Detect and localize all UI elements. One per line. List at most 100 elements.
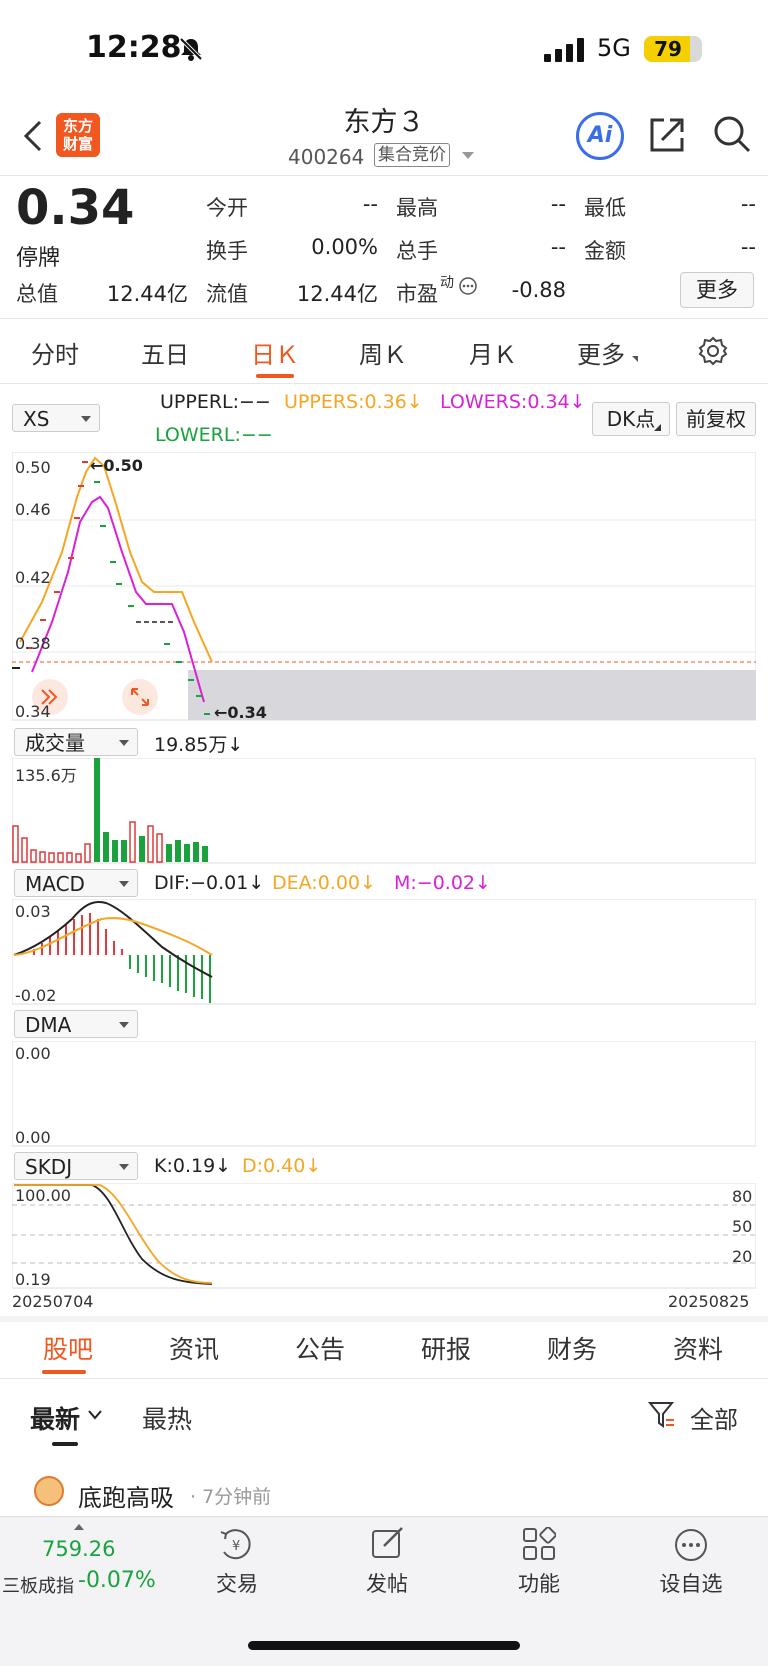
skdj-level-label: 80 xyxy=(732,1187,753,1206)
post-author[interactable]: 底跑高吸 xyxy=(78,1478,174,1513)
more-button[interactable]: 更多 xyxy=(680,272,754,308)
amount-value: -- xyxy=(740,235,756,259)
chevron-down-icon[interactable] xyxy=(88,1410,102,1420)
dma-chart[interactable] xyxy=(12,1041,756,1147)
share-icon[interactable] xyxy=(648,116,686,154)
skdj-level-label: 50 xyxy=(732,1217,753,1236)
trading-status: 停牌 xyxy=(16,246,61,271)
bell-muted-icon xyxy=(179,37,203,61)
macd-bottom-label: -0.02 xyxy=(15,986,57,1005)
low-label: 最低 xyxy=(584,196,626,220)
home-indicator[interactable] xyxy=(248,1641,520,1650)
index-value[interactable]: 759.26 xyxy=(42,1537,115,1561)
search-icon[interactable] xyxy=(712,114,752,154)
sort-latest[interactable]: 最新 xyxy=(30,1400,80,1436)
max-price-mark: ←0.50 xyxy=(90,456,143,475)
mcap-label: 总值 xyxy=(16,282,58,306)
tab-guba[interactable]: 股吧 xyxy=(18,1330,118,1366)
pe-label: 市盈 xyxy=(396,282,438,306)
adjust-button[interactable]: 前复权 xyxy=(676,402,756,436)
volume-indicator-value: 19.85万↓ xyxy=(154,734,244,756)
function-button[interactable]: 功能 xyxy=(494,1568,584,1598)
trade-button[interactable]: 交易 xyxy=(192,1568,282,1598)
lowers-value: LOWERS:0.34↓ xyxy=(440,391,586,413)
skdj-indicator-select[interactable]: SKDJ xyxy=(14,1152,138,1180)
avatar[interactable] xyxy=(34,1476,64,1506)
tab-five-day[interactable]: 五日 xyxy=(136,335,194,370)
sort-hot[interactable]: 最热 xyxy=(142,1400,192,1436)
last-price: 0.34 xyxy=(16,180,135,236)
tab-profile[interactable]: 资料 xyxy=(648,1330,748,1366)
skdj-d-value: D:0.40↓ xyxy=(242,1155,322,1177)
auction-tag[interactable]: 集合竞价 xyxy=(374,143,450,167)
trade-icon[interactable]: ¥ xyxy=(218,1528,256,1562)
dk-caret-icon xyxy=(654,424,661,431)
gear-icon[interactable] xyxy=(698,336,728,366)
high-value: -- xyxy=(550,192,566,216)
caret-down-icon[interactable] xyxy=(462,152,474,159)
compose-icon[interactable] xyxy=(370,1526,406,1562)
lowerl-value: LOWERL:−− xyxy=(155,424,273,446)
more-dots-icon[interactable] xyxy=(458,276,478,296)
macd-top-label: 0.03 xyxy=(15,902,51,921)
tab-announcement[interactable]: 公告 xyxy=(270,1330,370,1366)
skdj-chart[interactable] xyxy=(12,1183,756,1289)
ai-assistant-icon[interactable]: Ai xyxy=(576,112,624,160)
filter-icon[interactable] xyxy=(648,1400,676,1430)
float-label: 流值 xyxy=(206,282,248,306)
post-button[interactable]: 发帖 xyxy=(342,1568,432,1598)
main-indicator-select[interactable]: XS xyxy=(12,404,100,432)
more-circle-icon[interactable] xyxy=(673,1527,709,1563)
tab-news[interactable]: 资讯 xyxy=(144,1330,244,1366)
bottom-tab-underline xyxy=(42,1370,86,1374)
pe-type-sup: 动 xyxy=(440,275,454,291)
tab-monthly-k[interactable]: 月Ｋ xyxy=(462,335,524,370)
tabs-divider xyxy=(0,383,768,384)
filter-all[interactable]: 全部 xyxy=(690,1400,738,1435)
macd-chart[interactable] xyxy=(12,899,756,1005)
svg-text:¥: ¥ xyxy=(232,1539,240,1554)
volume-label: 总手 xyxy=(396,239,438,263)
mcap-value: 12.44亿 xyxy=(106,282,188,306)
battery-icon: 79 xyxy=(644,36,702,62)
index-change[interactable]: -0.07% xyxy=(78,1568,156,1593)
turnover-label: 换手 xyxy=(206,239,248,263)
macd-indicator-select[interactable]: MACD xyxy=(14,869,138,897)
apps-icon[interactable] xyxy=(522,1527,556,1561)
volume-max-label: 135.6万 xyxy=(15,766,77,785)
main-kline-chart[interactable] xyxy=(12,452,756,722)
post-time: · 7分钟前 xyxy=(190,1486,272,1508)
uppers-value: UPPERS:0.36↓ xyxy=(284,391,423,413)
index-name[interactable]: 三板成指 xyxy=(2,1572,74,1598)
tab-underline xyxy=(256,374,294,378)
status-time: 12:28 xyxy=(86,30,182,65)
app-logo: 东方 财富 xyxy=(56,113,100,157)
back-icon[interactable] xyxy=(20,118,48,154)
main-y-label: 0.38 xyxy=(15,634,51,653)
high-label: 最高 xyxy=(396,196,438,220)
section-gap xyxy=(0,1316,768,1322)
volume-indicator-select[interactable]: 成交量 xyxy=(14,728,138,756)
skdj-k-value: K:0.19↓ xyxy=(154,1155,232,1177)
amount-label: 金额 xyxy=(584,239,626,263)
tab-finance[interactable]: 财务 xyxy=(522,1330,622,1366)
macd-m-value: M:−0.02↓ xyxy=(394,872,491,894)
main-y-label: 0.50 xyxy=(15,458,51,477)
tab-daily-k[interactable]: 日Ｋ xyxy=(244,335,306,370)
header-divider xyxy=(0,175,768,176)
tab-intraday[interactable]: 分时 xyxy=(26,335,84,370)
macd-dif-value: DIF:−0.01↓ xyxy=(154,872,265,894)
macd-dea-value: DEA:0.00↓ xyxy=(272,872,376,894)
expand-icon[interactable] xyxy=(122,679,158,715)
dma-indicator-select[interactable]: DMA xyxy=(14,1010,138,1038)
network-type: 5G xyxy=(597,34,631,62)
skdj-level-label: 20 xyxy=(732,1247,753,1266)
main-y-label: 0.46 xyxy=(15,500,51,519)
volume-chart[interactable] xyxy=(12,758,756,864)
caret-up-icon[interactable] xyxy=(74,1524,84,1530)
open-label: 今开 xyxy=(206,196,248,220)
add-watchlist-button[interactable]: 设自选 xyxy=(646,1568,736,1598)
tab-weekly-k[interactable]: 周Ｋ xyxy=(352,335,414,370)
tab-research[interactable]: 研报 xyxy=(396,1330,496,1366)
tab-more[interactable]: 更多 xyxy=(572,335,630,370)
